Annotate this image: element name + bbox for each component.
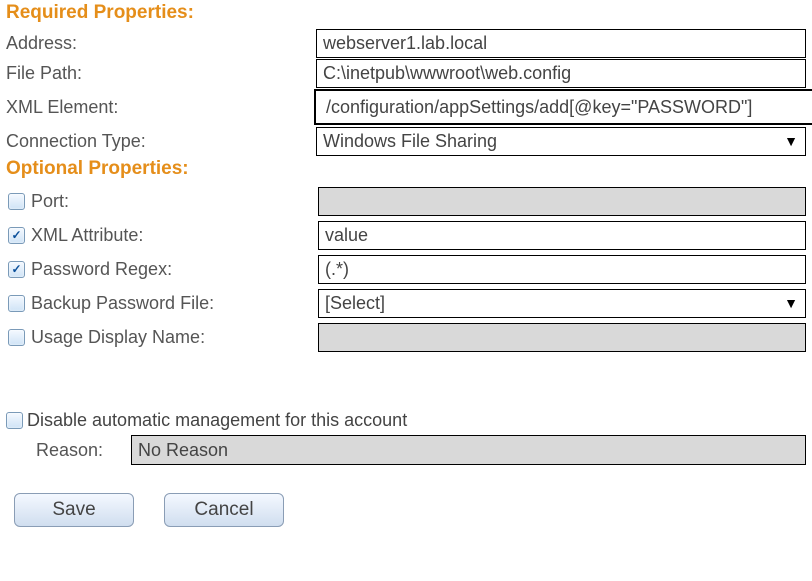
row-connection-type: Connection Type: ▼ <box>6 126 806 156</box>
input-port <box>318 187 806 216</box>
select-connection-type[interactable]: ▼ <box>316 127 806 156</box>
label-port: Port: <box>31 191 69 212</box>
row-xml-attribute: XML Attribute: <box>6 218 806 252</box>
checkbox-port[interactable] <box>8 193 25 210</box>
row-xml-element: XML Element: <box>6 88 806 126</box>
row-usage-display-name: Usage Display Name: <box>6 320 806 354</box>
input-file-path[interactable] <box>316 59 806 88</box>
input-xml-attribute[interactable] <box>318 221 806 250</box>
required-properties-header: Required Properties: <box>6 2 806 24</box>
input-reason <box>131 435 806 465</box>
row-reason: Reason: <box>6 435 806 465</box>
label-file-path: File Path: <box>6 63 82 84</box>
row-password-regex: Password Regex: <box>6 252 806 286</box>
label-xml-attribute: XML Attribute: <box>31 225 143 246</box>
row-disable-auto-management: Disable automatic management for this ac… <box>6 410 806 431</box>
input-xml-element[interactable] <box>314 89 812 125</box>
input-address[interactable] <box>316 29 806 58</box>
save-button[interactable]: Save <box>14 493 134 527</box>
checkbox-disable-auto-management[interactable] <box>6 412 23 429</box>
optional-properties-header: Optional Properties: <box>6 158 806 180</box>
select-backup-password-file[interactable]: ▼ <box>318 289 806 318</box>
button-bar: Save Cancel <box>6 493 806 527</box>
label-usage-display-name: Usage Display Name: <box>31 327 205 348</box>
label-connection-type: Connection Type: <box>6 131 146 152</box>
label-xml-element: XML Element: <box>6 97 118 118</box>
label-password-regex: Password Regex: <box>31 259 172 280</box>
cancel-button[interactable]: Cancel <box>164 493 284 527</box>
select-backup-password-file-value[interactable] <box>318 289 806 318</box>
checkbox-xml-attribute[interactable] <box>8 227 25 244</box>
spacer <box>6 354 806 404</box>
label-backup-password-file: Backup Password File: <box>31 293 214 314</box>
row-port: Port: <box>6 184 806 218</box>
row-file-path: File Path: <box>6 58 806 88</box>
input-password-regex[interactable] <box>318 255 806 284</box>
input-usage-display-name <box>318 323 806 352</box>
properties-form: Required Properties: Address: File Path:… <box>0 0 812 537</box>
label-reason: Reason: <box>6 440 131 461</box>
row-backup-password-file: Backup Password File: ▼ <box>6 286 806 320</box>
row-address: Address: <box>6 28 806 58</box>
checkbox-password-regex[interactable] <box>8 261 25 278</box>
checkbox-backup-password-file[interactable] <box>8 295 25 312</box>
select-connection-type-value[interactable] <box>316 127 806 156</box>
label-address: Address: <box>6 33 77 54</box>
label-disable-auto-management: Disable automatic management for this ac… <box>27 410 407 431</box>
checkbox-usage-display-name[interactable] <box>8 329 25 346</box>
